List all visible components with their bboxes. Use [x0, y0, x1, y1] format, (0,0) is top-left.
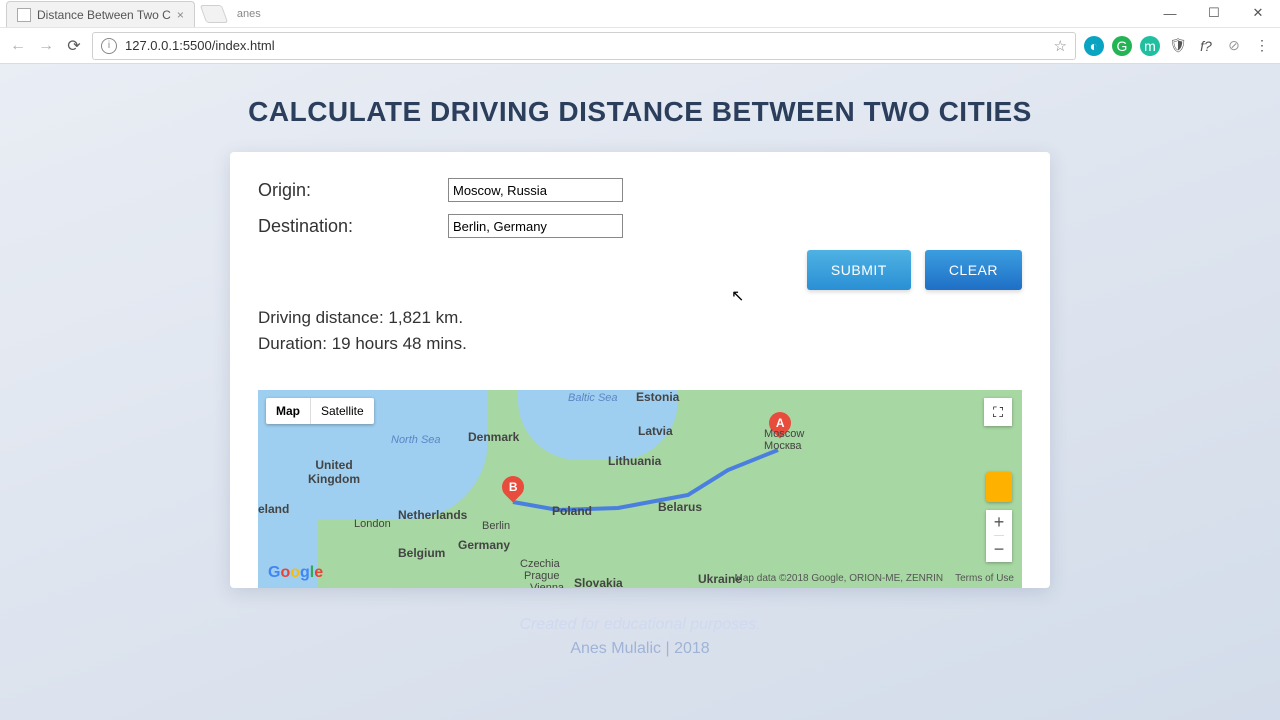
zoom-out-button[interactable]: − [994, 536, 1005, 562]
label-belarus: Belarus [658, 500, 702, 514]
label-estonia: Estonia [636, 390, 679, 404]
label-baltic-sea: Baltic Sea [568, 392, 618, 404]
window-minimize-button[interactable]: — [1148, 0, 1192, 27]
distance-output: Driving distance: 1,821 km. [258, 308, 1022, 328]
label-moscow: Moscow Москва [764, 428, 804, 452]
clear-button[interactable]: CLEAR [925, 250, 1022, 290]
address-bar[interactable]: i 127.0.0.1:5500/index.html ☆ [92, 32, 1076, 60]
marker-b[interactable]: B [502, 476, 524, 508]
label-poland: Poland [552, 504, 592, 518]
page-footer: Created for educational purposes. Anes M… [0, 616, 1280, 658]
extension-icons: ◐ G m 🛡 f? ⊘ ⋮ [1084, 36, 1272, 56]
map-data-text: Map data ©2018 Google, ORION-ME, ZENRIN [735, 573, 944, 584]
profile-label[interactable]: anes [225, 8, 273, 20]
browser-titlebar: Distance Between Two C × anes — ☐ ✕ [0, 0, 1280, 28]
label-latvia: Latvia [638, 424, 673, 438]
ext-icon-1[interactable]: ◐ [1084, 36, 1104, 56]
bookmark-star-icon[interactable]: ☆ [1054, 37, 1067, 55]
footer-author: Anes Mulalic | 2018 [0, 640, 1280, 658]
page-title: CALCULATE DRIVING DISTANCE BETWEEN TWO C… [0, 64, 1280, 152]
origin-input[interactable] [448, 178, 623, 202]
duration-output: Duration: 19 hours 48 mins. [258, 334, 1022, 354]
label-berlin: Berlin [482, 520, 510, 532]
label-denmark: Denmark [468, 430, 519, 444]
streetview-pegman[interactable] [986, 472, 1012, 502]
page-favicon [17, 8, 31, 22]
map-type-map[interactable]: Map [266, 398, 311, 424]
window-close-button[interactable]: ✕ [1236, 0, 1280, 27]
label-belgium: Belgium [398, 546, 445, 560]
zoom-control: + − [986, 510, 1012, 562]
label-czechia: Czechia [520, 558, 560, 570]
site-info-icon[interactable]: i [101, 38, 117, 54]
adblock-icon[interactable]: ⊘ [1224, 36, 1244, 56]
label-london: London [354, 518, 391, 530]
map-attribution: Map data ©2018 Google, ORION-ME, ZENRIN … [735, 573, 1014, 584]
new-tab-button[interactable] [200, 5, 229, 23]
browser-toolbar: ← → ⟳ i 127.0.0.1:5500/index.html ☆ ◐ G … [0, 28, 1280, 64]
footer-purpose: Created for educational purposes. [0, 616, 1280, 634]
browser-tab[interactable]: Distance Between Two C × [6, 1, 195, 27]
label-lithuania: Lithuania [608, 454, 661, 468]
origin-label: Origin: [258, 180, 448, 201]
main-card: Origin: Destination: SUBMIT CLEAR Drivin… [230, 152, 1050, 588]
tab-title: Distance Between Two C [37, 8, 171, 22]
destination-input[interactable] [448, 214, 623, 238]
ext-icon-m[interactable]: m [1140, 36, 1160, 56]
label-north-sea: North Sea [391, 434, 441, 446]
label-prague: Prague [524, 570, 559, 582]
label-ireland: eland [258, 502, 289, 516]
label-germany: Germany [458, 538, 510, 552]
chrome-menu-icon[interactable]: ⋮ [1252, 36, 1272, 56]
origin-row: Origin: [258, 178, 1022, 202]
map-terms-link[interactable]: Terms of Use [955, 573, 1014, 584]
window-maximize-button[interactable]: ☐ [1192, 0, 1236, 27]
back-button[interactable]: ← [8, 37, 28, 55]
submit-button[interactable]: SUBMIT [807, 250, 911, 290]
map-type-satellite[interactable]: Satellite [311, 398, 374, 424]
label-slovakia: Slovakia [574, 576, 623, 588]
page-viewport: CALCULATE DRIVING DISTANCE BETWEEN TWO C… [0, 64, 1280, 720]
label-netherlands: Netherlands [398, 508, 467, 522]
label-uk: United Kingdom [308, 458, 360, 486]
forward-button[interactable]: → [36, 37, 56, 55]
destination-label: Destination: [258, 216, 448, 237]
url-text: 127.0.0.1:5500/index.html [125, 38, 275, 53]
ext-icon-f[interactable]: f? [1196, 36, 1216, 56]
label-vienna: Vienna [530, 582, 564, 588]
shield-icon[interactable]: 🛡 [1168, 36, 1188, 56]
map-type-control: Map Satellite [266, 398, 374, 424]
close-tab-icon[interactable]: × [177, 8, 184, 22]
map-canvas[interactable]: A B Baltic Sea North Sea Estonia Latvia … [258, 390, 1022, 588]
grammarly-icon[interactable]: G [1112, 36, 1132, 56]
google-logo: Google [268, 564, 323, 582]
fullscreen-icon[interactable]: ⛶ [984, 398, 1012, 426]
reload-button[interactable]: ⟳ [64, 36, 84, 56]
destination-row: Destination: [258, 214, 1022, 238]
result-block: Driving distance: 1,821 km. Duration: 19… [258, 308, 1022, 354]
zoom-in-button[interactable]: + [994, 510, 1005, 536]
